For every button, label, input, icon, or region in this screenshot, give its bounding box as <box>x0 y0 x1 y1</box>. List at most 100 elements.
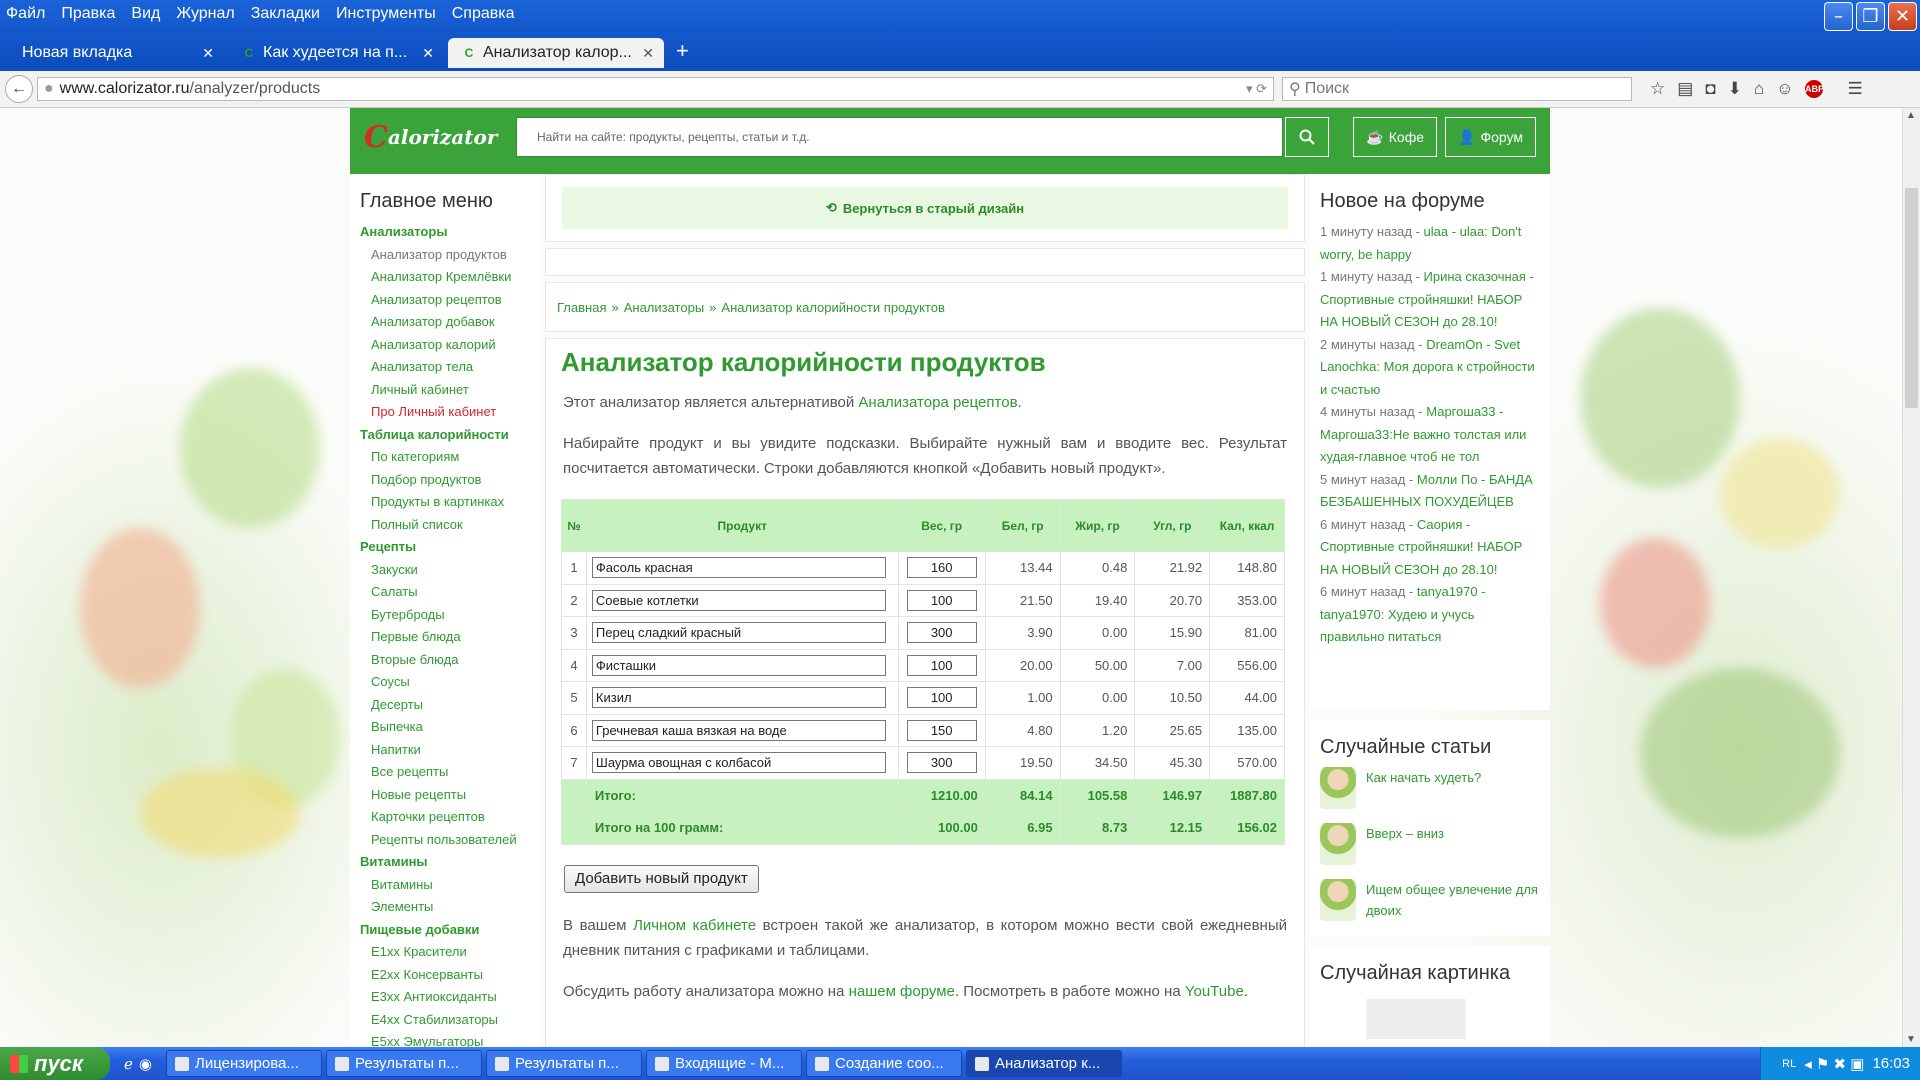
article-thumbnail[interactable] <box>1320 767 1356 809</box>
menu-category[interactable]: Рецепты <box>360 536 530 559</box>
menu-item[interactable]: Анализатор рецептов <box>360 289 530 312</box>
menu-item[interactable]: Карточки рецептов <box>360 806 530 829</box>
taskbar-button[interactable]: Анализатор к... <box>965 1050 1122 1077</box>
menu-item[interactable]: Выпечка <box>360 716 530 739</box>
forum-link[interactable]: нашем форуме <box>849 983 955 1000</box>
weight-input[interactable] <box>906 687 977 709</box>
address-bar[interactable]: ● www.calorizator.ru/analyzer/products ▾… <box>37 77 1274 101</box>
menu-item[interactable]: Первые блюда <box>360 626 530 649</box>
forum-post[interactable]: 2 минуты назад - DreamOn - Svet Lanochka… <box>1320 334 1540 402</box>
article-item[interactable]: Ищем общее увлечение для двоих <box>1320 879 1540 921</box>
adblock-icon[interactable]: ABP <box>1805 80 1824 98</box>
article-title[interactable]: Ищем общее увлечение для двоих <box>1366 879 1540 921</box>
menu-item[interactable]: Десерты <box>360 694 530 717</box>
menu-item[interactable]: Про Личный кабинет <box>360 401 530 424</box>
breadcrumb-home[interactable]: Главная <box>557 300 606 315</box>
menu-item[interactable]: Соусы <box>360 671 530 694</box>
home-icon[interactable]: ⌂ <box>1754 79 1764 99</box>
forum-post[interactable]: 1 минуту назад - ulaa - ulaa: Don't worr… <box>1320 221 1540 266</box>
menu-item[interactable]: Новые рецепты <box>360 784 530 807</box>
menu-view[interactable]: Вид <box>131 5 160 23</box>
menu-item[interactable]: Анализатор тела <box>360 356 530 379</box>
menu-item[interactable]: Закуски <box>360 559 530 582</box>
menu-item[interactable]: По категориям <box>360 446 530 469</box>
article-thumbnail[interactable] <box>1320 879 1356 921</box>
forum-post[interactable]: 1 минуту назад - Ирина сказочная - Спорт… <box>1320 266 1540 334</box>
article-title[interactable]: Вверх – вниз <box>1366 823 1444 844</box>
download-icon[interactable]: ⬇ <box>1728 79 1742 99</box>
menu-item[interactable]: Элементы <box>360 896 530 919</box>
article-item[interactable]: Вверх – вниз <box>1320 823 1540 865</box>
bookmark-star-icon[interactable]: ☆ <box>1650 79 1665 99</box>
weight-input[interactable] <box>906 752 977 774</box>
menu-history[interactable]: Журнал <box>176 5 234 23</box>
menu-item[interactable]: E1xx Красители <box>360 941 530 964</box>
tab-forum[interactable]: C Как худеется на п... ✕ <box>228 38 444 68</box>
menu-item[interactable]: E3xx Антиоксиданты <box>360 986 530 1009</box>
breadcrumb-current[interactable]: Анализатор калорийности продуктов <box>721 300 944 315</box>
tab-new[interactable]: Новая вкладка ✕ <box>8 38 224 68</box>
tab-close-icon[interactable]: ✕ <box>202 45 214 62</box>
recipe-analyzer-link[interactable]: Анализатора рецептов <box>858 394 1017 411</box>
menu-item[interactable]: Вторые блюда <box>360 649 530 672</box>
menu-tools[interactable]: Инструменты <box>336 5 436 23</box>
taskbar-button[interactable]: Лицензирова... <box>165 1050 322 1077</box>
new-tab-plus-icon[interactable]: + <box>676 38 689 64</box>
scroll-up-arrow-icon[interactable]: ▲ <box>1906 110 1916 121</box>
weight-input[interactable] <box>906 719 977 741</box>
coffee-button[interactable]: ☕ Кофе <box>1353 117 1438 157</box>
old-design-link[interactable]: ⟲ Вернуться в старый дизайн <box>562 187 1288 229</box>
forum-post[interactable]: 5 минут назад - Молли По - БАНДА БЕЗБАШЕ… <box>1320 469 1540 514</box>
menu-item[interactable]: Салаты <box>360 581 530 604</box>
menu-item[interactable]: Бутерброды <box>360 604 530 627</box>
hamburger-menu-icon[interactable]: ☰ <box>1847 79 1862 99</box>
forum-post[interactable]: 6 минут назад - tanya1970 - tanya1970: Х… <box>1320 581 1540 649</box>
back-arrow-icon[interactable]: ← <box>5 75 33 103</box>
menu-item[interactable]: Личный кабинет <box>360 379 530 402</box>
menu-help[interactable]: Справка <box>452 5 515 23</box>
add-product-button[interactable]: Добавить новый продукт <box>564 864 759 893</box>
taskbar-button[interactable]: Результаты п... <box>325 1050 482 1077</box>
start-button[interactable]: пуск <box>0 1047 110 1080</box>
product-input[interactable] <box>591 654 886 676</box>
product-input[interactable] <box>591 687 886 709</box>
weight-input[interactable] <box>906 654 977 676</box>
breadcrumb-analyzers[interactable]: Анализаторы <box>624 300 704 315</box>
menu-item[interactable]: Анализатор добавок <box>360 311 530 334</box>
product-input[interactable] <box>591 557 886 579</box>
menu-item[interactable]: Все рецепты <box>360 761 530 784</box>
menu-bookmarks[interactable]: Закладки <box>251 5 320 23</box>
menu-category[interactable]: Витамины <box>360 851 530 874</box>
tab-analyzer[interactable]: C Анализатор калор... ✕ <box>448 38 664 68</box>
close-window-button[interactable]: ✕ <box>1888 2 1917 31</box>
menu-item[interactable]: E4xx Стабилизаторы <box>360 1009 530 1032</box>
browser-icon[interactable]: ◉ <box>139 1055 152 1073</box>
page-scrollbar[interactable]: ▲ ▼ <box>1902 108 1920 1047</box>
youtube-link[interactable]: YouTube <box>1185 983 1244 1000</box>
reload-icon[interactable]: ▾ ⟳ <box>1246 81 1267 97</box>
article-item[interactable]: Как начать худеть? <box>1320 767 1540 809</box>
taskbar-button[interactable]: Результаты п... <box>485 1050 642 1077</box>
search-button[interactable] <box>1285 117 1330 157</box>
article-thumbnail[interactable] <box>1320 823 1356 865</box>
article-title[interactable]: Как начать худеть? <box>1366 767 1481 788</box>
forum-button[interactable]: 👤 Форум <box>1445 117 1536 157</box>
weight-input[interactable] <box>906 622 977 644</box>
product-input[interactable] <box>591 622 886 644</box>
forum-post[interactable]: 4 минуты назад - Маргоша33 - Маргоша33:Н… <box>1320 401 1540 469</box>
menu-category[interactable]: Пищевые добавки <box>360 919 530 942</box>
menu-item[interactable]: E5xx Эмульгаторы <box>360 1031 530 1047</box>
minimize-button[interactable]: – <box>1824 2 1853 31</box>
product-input[interactable] <box>591 589 886 611</box>
menu-category[interactable]: Таблица калорийности <box>360 424 530 447</box>
taskbar-button[interactable]: Входящие - М... <box>645 1050 802 1077</box>
menu-item[interactable]: Анализатор Кремлёвки <box>360 266 530 289</box>
random-picture-image[interactable] <box>1366 999 1466 1039</box>
chat-icon[interactable]: ☺ <box>1776 79 1793 99</box>
bookmarks-list-icon[interactable]: ▤ <box>1677 79 1693 99</box>
menu-item[interactable]: Продукты в картинках <box>360 491 530 514</box>
menu-item[interactable]: Витамины <box>360 874 530 897</box>
product-input[interactable] <box>591 752 886 774</box>
site-search-input[interactable]: Найти на сайте: продукты, рецепты, стать… <box>516 117 1284 157</box>
scroll-down-arrow-icon[interactable]: ▼ <box>1906 1034 1916 1045</box>
